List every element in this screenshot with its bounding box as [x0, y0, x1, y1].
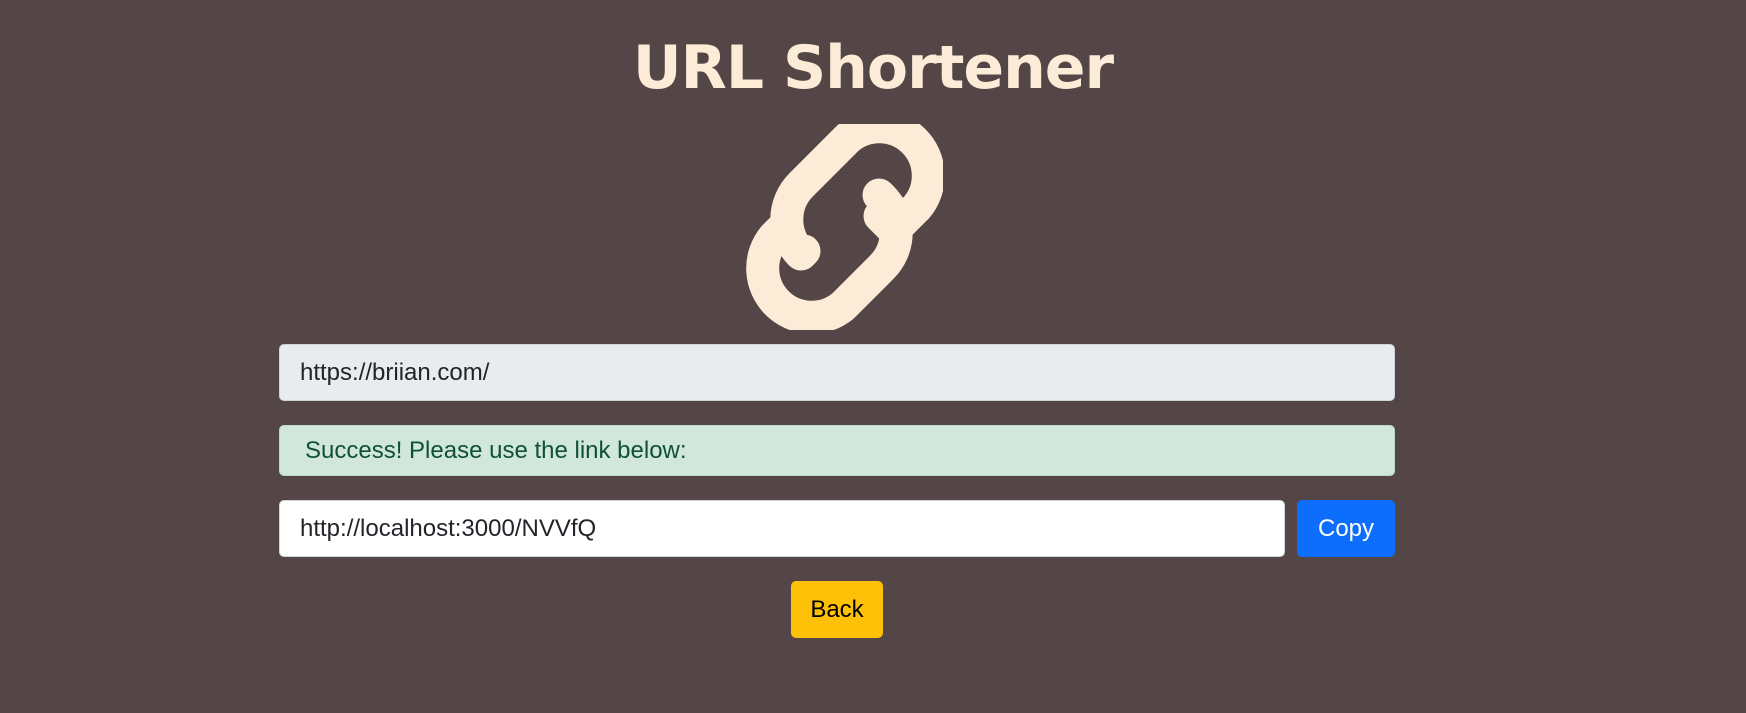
success-alert: Success! Please use the link below:	[279, 425, 1395, 476]
back-button[interactable]: Back	[791, 581, 883, 638]
page-title: URL Shortener	[632, 33, 1114, 103]
original-url-field[interactable]	[279, 344, 1395, 401]
copy-button[interactable]: Copy	[1297, 500, 1395, 557]
link-icon	[746, 124, 943, 330]
short-url-field[interactable]	[279, 500, 1285, 557]
